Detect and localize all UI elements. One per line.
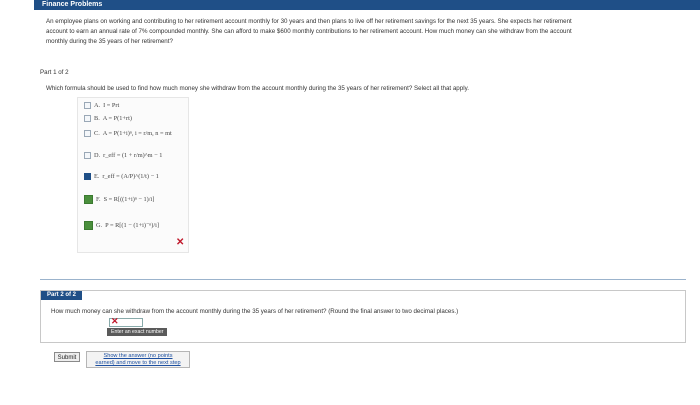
problem-line-1: An employee plans on working and contrib…	[46, 18, 572, 25]
show-answer-link[interactable]: Show the answer (no points earned) and m…	[86, 351, 190, 368]
option-f[interactable]: F. S = R[((1+i)ⁿ − 1)/i]	[84, 195, 154, 204]
option-f-formula: S = R[((1+i)ⁿ − 1)/i]	[103, 196, 155, 203]
option-b[interactable]: B. A = P(1+rt)	[84, 115, 132, 122]
checkbox-d[interactable]	[84, 152, 91, 159]
app-title: Finance Problems	[42, 1, 103, 8]
show-answer-line-2: earned) and move to the next step	[95, 360, 181, 366]
checkbox-f[interactable]	[84, 195, 93, 204]
problem-line-2: account to earn an annual rate of 7% com…	[46, 28, 572, 35]
part2-tag: Part 2 of 2	[41, 291, 83, 300]
formula-options: A. I = Prt B. A = P(1+rt) C. A = P(1+i)ⁿ…	[77, 97, 189, 253]
option-g[interactable]: G. P = R[(1 − (1+i)⁻ⁿ)/i]	[84, 221, 159, 230]
checkbox-e[interactable]	[84, 173, 91, 180]
incorrect-x-icon: ✕	[176, 237, 185, 248]
part1-question: Which formula should be used to find how…	[46, 85, 469, 92]
option-d-formula: r_eff = (1 + r/m)^m − 1	[103, 152, 163, 159]
part2-question: How much money can she withdraw from the…	[51, 308, 459, 315]
option-g-letter: G.	[96, 222, 103, 229]
answer-incorrect-x-icon: ✕	[111, 316, 119, 326]
option-d[interactable]: D. r_eff = (1 + r/m)^m − 1	[84, 152, 162, 159]
option-c-letter: C.	[94, 130, 100, 137]
option-e-letter: E.	[94, 173, 100, 180]
part1-label: Part 1 of 2	[40, 69, 69, 76]
option-c-formula: A = P(1+i)ⁿ, i = r/m, n = mt	[102, 130, 172, 137]
problem-line-3: monthly during the 35 years of her retir…	[46, 38, 173, 45]
app-header: Finance Problems	[34, 0, 700, 10]
option-a-letter: A.	[94, 102, 101, 109]
option-a-formula: I = Prt	[103, 102, 120, 109]
option-f-letter: F.	[96, 196, 101, 203]
divider	[40, 279, 686, 280]
checkbox-g[interactable]	[84, 221, 93, 230]
option-b-letter: B.	[94, 115, 100, 122]
option-d-letter: D.	[94, 152, 101, 159]
problem-statement: An employee plans on working and contrib…	[46, 17, 686, 47]
option-e-formula: r_eff = (A/P)^(1/t) − 1	[102, 173, 159, 180]
part2-panel: Part 2 of 2 How much money can she withd…	[40, 290, 686, 343]
checkbox-c[interactable]	[84, 130, 91, 137]
submit-button[interactable]: Submit	[54, 352, 80, 362]
option-c[interactable]: C. A = P(1+i)ⁿ, i = r/m, n = mt	[84, 130, 172, 137]
entry-hint-badge: Enter an exact number	[107, 328, 168, 336]
checkbox-b[interactable]	[84, 115, 91, 122]
option-g-formula: P = R[(1 − (1+i)⁻ⁿ)/i]	[105, 222, 159, 229]
option-e[interactable]: E. r_eff = (A/P)^(1/t) − 1	[84, 173, 159, 180]
option-a[interactable]: A. I = Prt	[84, 102, 119, 109]
show-answer-line-1: Show the answer (no points	[103, 353, 173, 359]
option-b-formula: A = P(1+rt)	[102, 115, 132, 122]
checkbox-a[interactable]	[84, 102, 91, 109]
